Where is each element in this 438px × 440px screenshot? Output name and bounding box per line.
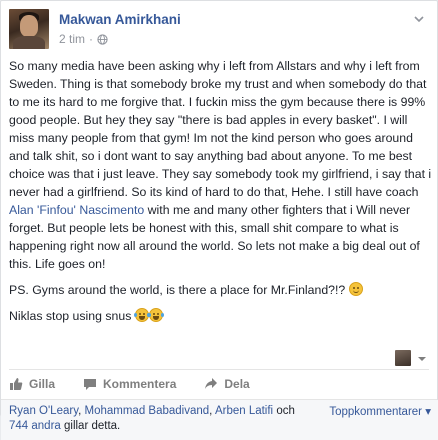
comment-button[interactable]: Kommentera [83,377,176,391]
smile-emoji-icon [348,282,363,296]
author-avatar[interactable] [9,9,49,49]
post-actions: Gilla Kommentera Dela [9,373,278,395]
post-paragraph-2: PS. Gyms around the world, is there a pl… [9,281,433,299]
post-text: So many media have been asking why i lef… [9,57,433,333]
post-card: Makwan Amirkhani 2 tim · So many media h… [0,0,438,440]
laughing-emoji-icon [147,308,164,322]
chevron-down-icon[interactable] [413,13,425,25]
laughing-emoji-icon [133,308,150,322]
chevron-down-icon[interactable] [417,354,427,364]
post-header: Makwan Amirkhani 2 tim · [9,9,429,49]
liker-link[interactable]: Arben Latifi [215,405,273,417]
share-arrow-icon [205,378,218,389]
likes-summary: Ryan O'Leary, Mohammad Babadivand, Arben… [9,405,295,432]
post-paragraph-3: Niklas stop using snus [9,307,433,325]
post-meta: 2 tim · [59,32,108,46]
chevron-down-icon: ▾ [425,406,431,418]
globe-icon[interactable] [97,33,108,45]
others-likes-link[interactable]: 744 andra [9,420,61,432]
viewer-avatar[interactable] [395,350,411,366]
post-timestamp[interactable]: 2 tim [59,32,85,46]
share-button[interactable]: Dela [204,377,250,391]
author-name[interactable]: Makwan Amirkhani [59,12,181,27]
liker-link[interactable]: Mohammad Babadivand [85,405,210,417]
post-footer: Ryan O'Leary, Mohammad Babadivand, Arben… [1,400,438,440]
post-paragraph-1: So many media have been asking why i lef… [9,59,432,271]
like-button[interactable]: Gilla [9,377,55,391]
thumbs-up-icon [10,378,23,390]
divider [9,369,429,370]
mention-link[interactable]: Alan 'Finfou' Nascimento [9,203,144,217]
comment-bubble-icon [84,379,97,390]
liker-link[interactable]: Ryan O'Leary [9,405,78,417]
meta-separator: · [89,32,94,46]
